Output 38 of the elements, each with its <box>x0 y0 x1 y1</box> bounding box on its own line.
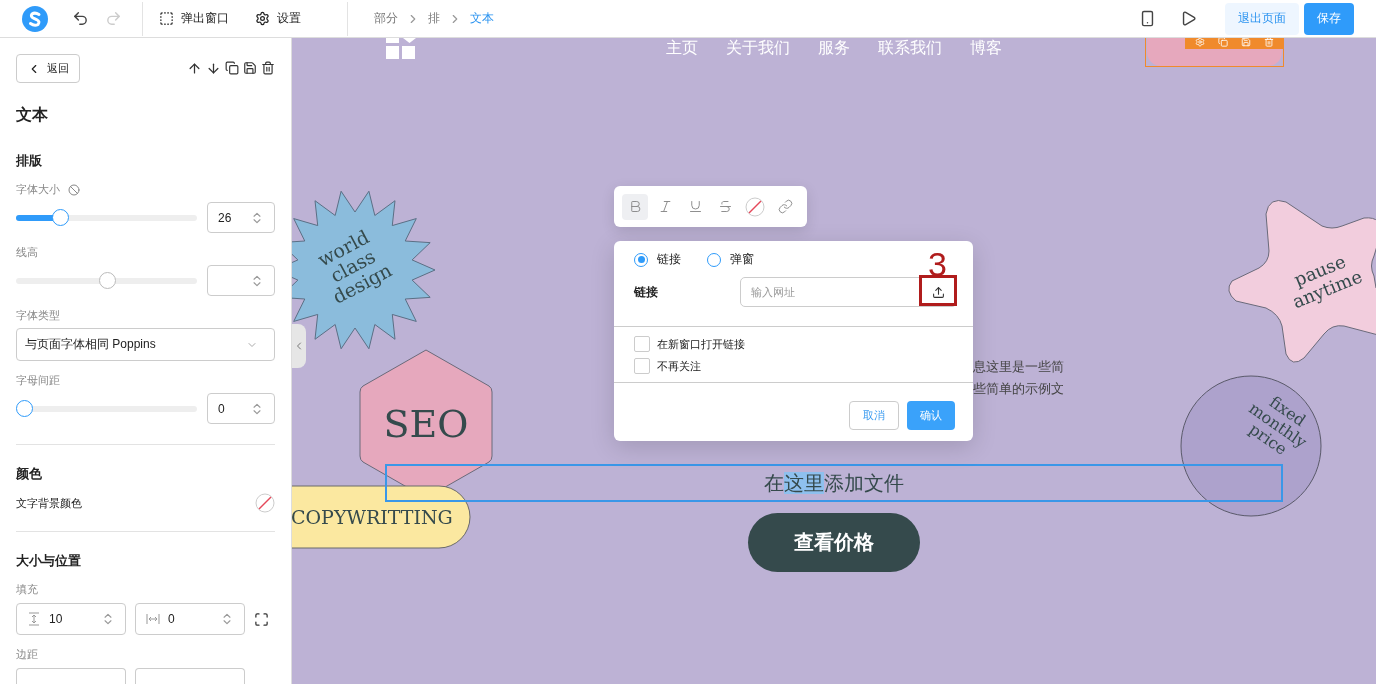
panel-title: 文本 <box>16 105 49 125</box>
field-label: 字体类型 <box>16 308 60 323</box>
number-field[interactable]: 0 <box>207 393 275 424</box>
url-input-field[interactable]: 输入网址 <box>740 277 957 307</box>
field-label: 文字背景颜色 <box>16 495 82 511</box>
settings-label[interactable]: 设置 <box>277 10 301 27</box>
breadcrumb-item[interactable]: 文本 <box>470 10 494 27</box>
field-label: 线高 <box>16 245 38 260</box>
field-label: 边距 <box>16 647 38 662</box>
checkbox-label[interactable]: 不再关注 <box>657 358 701 374</box>
field-label: 填充 <box>16 582 38 597</box>
section-heading: 大小与位置 <box>16 552 82 570</box>
popup-label[interactable]: 弹出窗口 <box>181 10 229 27</box>
view-pricing-button[interactable]: 查看价格 <box>748 513 920 572</box>
save-button[interactable]: 保存 <box>1304 2 1354 35</box>
editable-text[interactable]: 在这里添加文件 <box>764 469 904 497</box>
confirm-button[interactable]: 确认 <box>907 401 955 430</box>
number-field[interactable]: 10 <box>16 603 126 635</box>
font-select[interactable]: 与页面字体相同 Poppins <box>16 328 275 361</box>
checkbox-label[interactable]: 在新窗口打开链接 <box>657 336 745 352</box>
radio-label[interactable]: 弹窗 <box>730 251 754 268</box>
sticker-text: COPYWRITTING <box>292 506 453 528</box>
section-heading: 颜色 <box>16 465 43 483</box>
exit-page-button[interactable]: 退出页面 <box>1225 2 1299 35</box>
field-label: 链接 <box>634 283 658 301</box>
paragraph-text: 息这里是一些简 些简单的示例文 <box>973 358 1064 398</box>
back-button[interactable]: 返回 <box>16 54 80 83</box>
breadcrumb-item[interactable]: 排 <box>428 10 440 27</box>
text-selection-box[interactable]: 在这里添加文件 <box>385 464 1283 502</box>
field-label: 字母间距 <box>16 373 60 388</box>
sticker-text: SEO <box>383 402 469 446</box>
field-label: 字体大小 <box>16 182 60 197</box>
breadcrumb-item[interactable]: 部分 <box>374 10 398 27</box>
radio-label[interactable]: 链接 <box>657 251 681 268</box>
section-heading: 排版 <box>16 152 43 170</box>
number-field[interactable]: 0 <box>135 603 245 635</box>
number-field[interactable]: 26 <box>207 202 275 233</box>
cancel-button[interactable]: 取消 <box>849 401 899 430</box>
